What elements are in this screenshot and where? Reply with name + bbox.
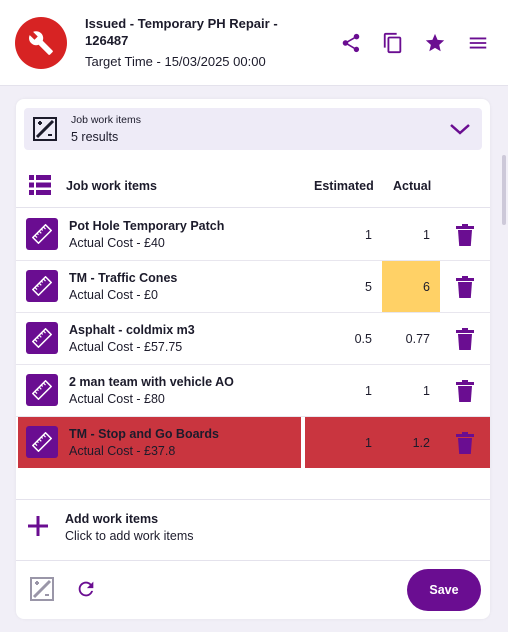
edit-items-icon[interactable] bbox=[30, 577, 54, 601]
work-item-name: 2 man team with vehicle AO bbox=[69, 375, 234, 389]
selector-label: Job work items bbox=[71, 114, 142, 126]
chevron-down-icon bbox=[449, 119, 471, 139]
table-row[interactable]: Pot Hole Temporary Patch Actual Cost - £4… bbox=[16, 209, 490, 261]
refresh-icon[interactable] bbox=[74, 577, 98, 601]
add-work-items-label: Add work items bbox=[65, 512, 159, 526]
add-work-items-hint: Click to add work items bbox=[65, 529, 194, 543]
share-icon[interactable] bbox=[338, 30, 364, 56]
column-header-actual: Actual bbox=[393, 179, 432, 193]
selector-count: 5 results bbox=[71, 130, 119, 144]
table-row[interactable]: Asphalt - coldmix m3 Actual Cost - £57.75… bbox=[16, 313, 490, 365]
actual-value[interactable]: 1 bbox=[382, 209, 440, 260]
work-items-panel: Job work items 5 results Job work items … bbox=[16, 99, 490, 619]
trash-icon[interactable] bbox=[455, 276, 475, 298]
copy-icon[interactable] bbox=[380, 30, 406, 56]
work-item-cost: Actual Cost - £80 bbox=[69, 392, 165, 406]
ruler-icon bbox=[26, 374, 58, 406]
trash-icon[interactable] bbox=[455, 328, 475, 350]
work-item-name: TM - Stop and Go Boards bbox=[69, 427, 219, 441]
selected-row-highlight bbox=[18, 417, 301, 468]
estimated-value[interactable]: 1 bbox=[304, 384, 372, 398]
work-item-name: TM - Traffic Cones bbox=[69, 271, 178, 285]
actual-value[interactable]: 1 bbox=[382, 365, 440, 416]
job-title: Issued - Temporary PH Repair - 126487 bbox=[85, 16, 278, 48]
column-header-name: Job work items bbox=[66, 179, 157, 193]
work-item-cost: Actual Cost - £0 bbox=[69, 288, 158, 302]
estimated-value[interactable]: 1 bbox=[304, 436, 372, 450]
ruler-icon bbox=[26, 218, 58, 250]
work-item-cost: Actual Cost - £40 bbox=[69, 236, 165, 250]
work-items-selector[interactable]: Job work items 5 results bbox=[24, 108, 482, 150]
ruler-icon bbox=[26, 322, 58, 354]
trash-icon[interactable] bbox=[455, 432, 475, 454]
trash-icon[interactable] bbox=[455, 380, 475, 402]
menu-icon[interactable] bbox=[465, 30, 491, 56]
estimated-value[interactable]: 5 bbox=[304, 280, 372, 294]
estimated-value[interactable]: 1 bbox=[304, 228, 372, 242]
ruler-icon bbox=[26, 270, 58, 302]
work-item-name: Pot Hole Temporary Patch bbox=[69, 219, 225, 233]
save-button[interactable]: Save bbox=[407, 569, 481, 611]
scrollbar[interactable] bbox=[502, 155, 506, 225]
actual-value[interactable]: 1.2 bbox=[382, 417, 440, 468]
work-item-name: Asphalt - coldmix m3 bbox=[69, 323, 195, 337]
table-header: Job work items Estimated Actual bbox=[16, 163, 490, 208]
column-header-estimated: Estimated bbox=[314, 179, 374, 193]
ruler-icon bbox=[26, 426, 58, 458]
work-item-cost: Actual Cost - £57.75 bbox=[69, 340, 183, 354]
table-row[interactable]: TM - Traffic Cones Actual Cost - £0 5 6 bbox=[16, 261, 490, 313]
actual-value[interactable]: 6 bbox=[382, 261, 440, 312]
add-work-items-button[interactable]: Add work items Click to add work items bbox=[16, 499, 490, 561]
plus-icon bbox=[27, 515, 49, 537]
trash-icon[interactable] bbox=[455, 224, 475, 246]
star-icon[interactable] bbox=[422, 30, 448, 56]
work-items-edit-icon bbox=[33, 117, 57, 141]
list-icon bbox=[29, 175, 51, 198]
table-row[interactable]: TM - Stop and Go Boards Actual Cost - £37… bbox=[16, 417, 490, 468]
table-row[interactable]: 2 man team with vehicle AO Actual Cost - … bbox=[16, 365, 490, 417]
wrench-icon bbox=[15, 17, 67, 69]
work-item-cost: Actual Cost - £37.8 bbox=[69, 444, 176, 458]
estimated-value[interactable]: 0.5 bbox=[304, 332, 372, 346]
app-header: Issued - Temporary PH Repair - 126487 Ta… bbox=[0, 0, 508, 86]
target-time: Target Time - 15/03/2025 00:00 bbox=[85, 54, 266, 69]
actual-value[interactable]: 0.77 bbox=[382, 313, 440, 364]
